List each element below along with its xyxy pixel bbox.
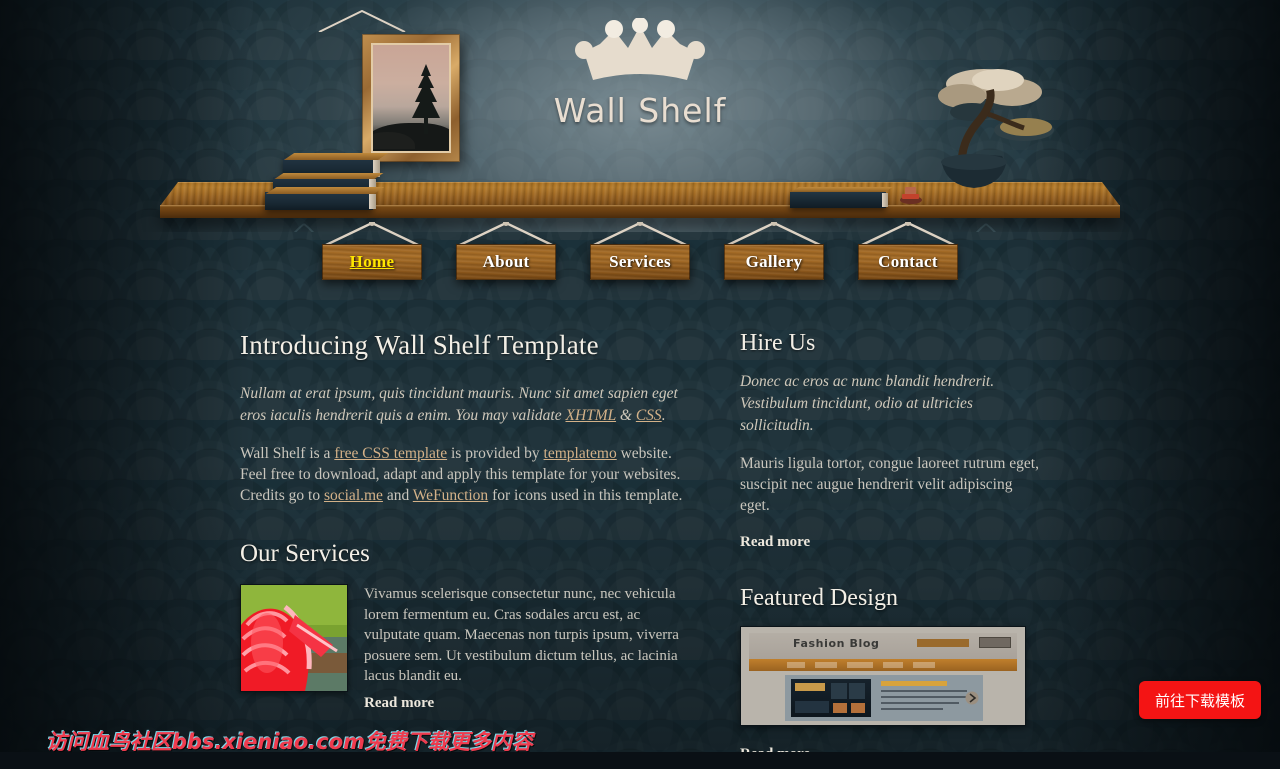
bonsai-foliage bbox=[938, 69, 1054, 141]
book-middle-cover bbox=[274, 173, 384, 179]
nav-sign-services[interactable]: Services bbox=[590, 244, 690, 280]
download-template-button[interactable]: 前往下载模板 bbox=[1139, 681, 1261, 719]
featured-design-heading: Featured Design bbox=[740, 585, 898, 611]
site-logo[interactable]: Wall Shelf bbox=[510, 18, 770, 130]
site-header: Wall Shelf bbox=[0, 0, 1280, 232]
nav-sign-gallery[interactable]: Gallery bbox=[724, 244, 824, 280]
preview-site-title: Fashion Blog bbox=[793, 637, 880, 650]
preview-slider-stage bbox=[785, 675, 983, 721]
page-root: Wall Shelf Home About Services Gallery C… bbox=[0, 0, 1280, 769]
nav-label-home: Home bbox=[349, 252, 395, 271]
bonsai-plant bbox=[938, 69, 1054, 188]
picture-hanging-wire bbox=[318, 10, 406, 32]
intro-body-text-1: Wall Shelf is a bbox=[240, 445, 335, 462]
featured-design-preview[interactable]: Fashion Blog bbox=[740, 626, 1026, 726]
sign-rope bbox=[593, 222, 687, 245]
red-flower-photo bbox=[241, 585, 347, 691]
sign-rope bbox=[325, 222, 419, 245]
preview-nav-bar bbox=[749, 659, 1017, 671]
nav-sign-contact[interactable]: Contact bbox=[858, 244, 958, 280]
intro-body-text-2: is provided by bbox=[447, 445, 544, 462]
page-title: Introducing Wall Shelf Template bbox=[240, 330, 599, 360]
intro-lead-end: . bbox=[661, 407, 666, 424]
sign-rope bbox=[861, 222, 955, 245]
hire-us-body: Mauris ligula tortor, congue laoreet rut… bbox=[740, 455, 1039, 514]
logo-text: Wall Shelf bbox=[553, 91, 727, 130]
shelf-trinket bbox=[900, 187, 922, 204]
css-validate-link[interactable]: CSS bbox=[636, 407, 662, 424]
hire-us-heading: Hire Us bbox=[740, 330, 816, 356]
sign-rope bbox=[459, 222, 553, 245]
book-bottom-pages bbox=[369, 194, 376, 209]
wefunction-link[interactable]: WeFunction bbox=[413, 487, 488, 504]
hire-us-read-more-link[interactable]: Read more bbox=[740, 534, 810, 551]
services-media-block: Vivamus scelerisque consectetur nunc, ne… bbox=[240, 584, 690, 712]
nav-label-contact: Contact bbox=[878, 252, 938, 271]
preview-search-field bbox=[917, 639, 969, 647]
picture-artwork bbox=[371, 43, 451, 153]
picture-tree-icon bbox=[411, 64, 440, 135]
intro-body-paragraph: Wall Shelf is a free CSS template is pro… bbox=[240, 443, 690, 506]
services-read-more-link[interactable]: Read more bbox=[364, 695, 434, 712]
nav-item-contact[interactable]: Contact bbox=[858, 222, 958, 280]
intro-body-text-5: for icons used in this template. bbox=[488, 487, 683, 504]
preview-header-bar bbox=[749, 633, 1017, 659]
sign-rope bbox=[727, 222, 821, 245]
content-column-left: Introducing Wall Shelf Template Nullam a… bbox=[240, 330, 690, 712]
nav-sign-home[interactable]: Home bbox=[322, 244, 422, 280]
intro-body-text-4: and bbox=[382, 487, 413, 504]
crown-icon bbox=[575, 18, 705, 80]
services-thumbnail[interactable] bbox=[240, 584, 348, 692]
content-column-right: Hire Us Donec ac eros ac nunc blandit he… bbox=[740, 330, 1040, 763]
site-watermark: 访问血鸟社区bbs.xieniao.com免费下载更多内容 bbox=[46, 730, 534, 754]
nav-item-services[interactable]: Services bbox=[590, 222, 690, 280]
xhtml-validate-link[interactable]: XHTML bbox=[565, 407, 616, 424]
intro-lead-paragraph: Nullam at erat ipsum, quis tincidunt mau… bbox=[240, 383, 690, 427]
preview-search-button bbox=[979, 637, 1011, 648]
book-bottom-cover bbox=[265, 187, 385, 194]
free-css-template-link[interactable]: free CSS template bbox=[334, 445, 447, 462]
services-heading: Our Services bbox=[240, 540, 370, 567]
nav-label-gallery: Gallery bbox=[745, 252, 803, 271]
nav-sign-about[interactable]: About bbox=[456, 244, 556, 280]
nav-label-services: Services bbox=[609, 252, 671, 271]
hire-us-lead: Donec ac eros ac nunc blandit hendrerit.… bbox=[740, 373, 995, 434]
preview-screenshot bbox=[791, 679, 871, 717]
nav-label-about: About bbox=[482, 252, 530, 271]
nav-item-gallery[interactable]: Gallery bbox=[724, 222, 824, 280]
socialme-link[interactable]: social.me bbox=[324, 487, 383, 504]
picture-frame-border bbox=[362, 34, 460, 162]
intro-lead-amp: & bbox=[616, 407, 636, 424]
preview-next-arrow-icon bbox=[965, 691, 979, 705]
nav-item-home[interactable]: Home bbox=[322, 222, 422, 280]
preview-headline-bar bbox=[881, 681, 947, 686]
services-text-block: Vivamus scelerisque consectetur nunc, ne… bbox=[364, 584, 690, 712]
templatemo-link[interactable]: templatemo bbox=[544, 445, 617, 462]
book-bottom bbox=[265, 192, 373, 210]
nav-item-about[interactable]: About bbox=[456, 222, 556, 280]
main-navigation: Home About Services Gallery Contact bbox=[0, 222, 1280, 294]
book-top-cover bbox=[283, 153, 389, 160]
services-description: Vivamus scelerisque consectetur nunc, ne… bbox=[364, 586, 679, 684]
